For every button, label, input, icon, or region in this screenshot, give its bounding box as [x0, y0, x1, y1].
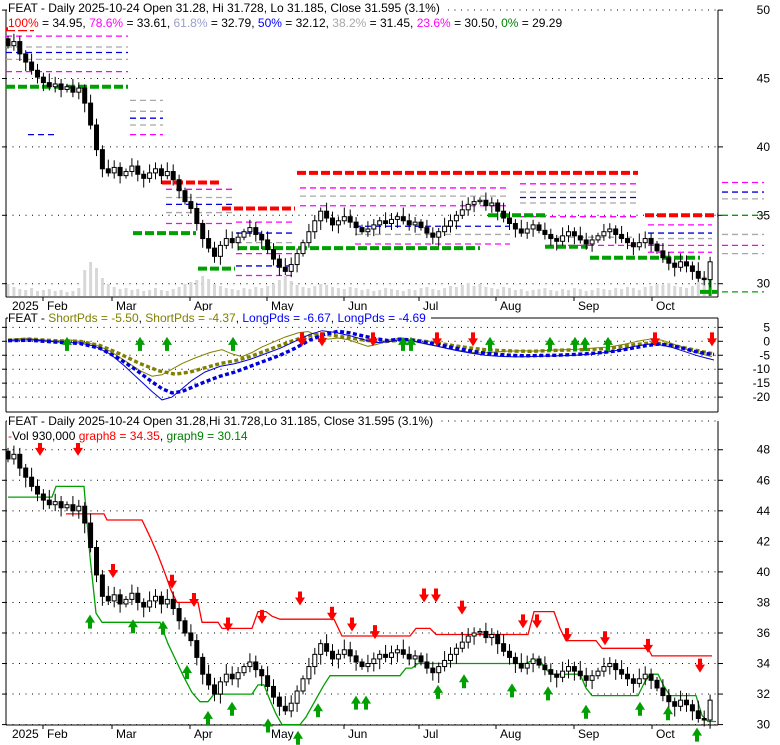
month-label: Feb: [47, 727, 68, 741]
y-axis-tick-label: 34: [757, 657, 771, 671]
oscillator-title-segment: LongPds = -4.69: [337, 311, 426, 325]
year-label: 2025: [12, 727, 39, 741]
y-axis-tick-label: 0: [763, 334, 770, 348]
y-axis-tick-label: 30: [757, 718, 771, 732]
month-label: Aug: [500, 727, 521, 741]
panel3-title: FEAT - Daily 2025-10-24 Open 31.28,Hi 31…: [8, 414, 439, 428]
fib-legend-segment: 23.6%: [416, 16, 451, 30]
y-axis-tick-label: -15: [753, 376, 771, 390]
month-label: Sep: [578, 727, 600, 741]
fib-legend-segment: = 32.79,: [207, 16, 258, 30]
charting-app-window: 50 45 40 35 30 5 0 -5 -10 -15 -20 48 46 44 42 40 38 36 34 3…: [0, 0, 780, 745]
panel3-title-text: FEAT - Daily 2025-10-24 Open 31.28,Hi 31…: [8, 414, 434, 428]
y-axis-tick-label: 45: [757, 72, 771, 86]
y-axis-tick-label: 36: [757, 626, 771, 640]
charts-canvas[interactable]: 504540353050-5-10-15-2048464442403836343…: [0, 0, 780, 745]
month-label: Sep: [578, 299, 600, 313]
panel1-title-text: FEAT - Daily 2025-10-24 Open 31.28, Hi 3…: [8, 1, 440, 15]
fib-legend-segment: = 30.50,: [450, 16, 502, 30]
fib-legend-segment: = 31.45,: [366, 16, 417, 30]
y-axis-tick-label: 46: [757, 473, 771, 487]
fib-legend-segment: = 34.95,: [38, 16, 90, 30]
fib-legend-segment: 50%: [257, 16, 282, 30]
volume-legend-segment: Vol 930,000: [12, 429, 79, 443]
panel3-vol-legend: -Vol 930,000 graph8 = 34.35, graph9 = 30…: [8, 429, 253, 443]
y-axis-tick-label: 44: [757, 504, 771, 518]
fib-legend-segment: = 32.12,: [281, 16, 333, 30]
y-axis-tick-label: 32: [757, 687, 771, 701]
oscillator-title-segment: FEAT -: [8, 311, 49, 325]
panel2-title: FEAT - ShortPds = -5.50, ShortPds = -4.3…: [8, 311, 431, 325]
y-axis-tick-label: 40: [757, 565, 771, 579]
panel1-title: FEAT - Daily 2025-10-24 Open 31.28, Hi 3…: [8, 1, 445, 15]
volume-legend-segment: graph9 = 30.14: [166, 429, 248, 443]
oscillator-title-segment: ShortPds = -5.50: [48, 311, 139, 325]
y-axis-tick-label: 38: [757, 595, 771, 609]
y-axis-tick-label: -20: [753, 390, 771, 404]
fib-legend-segment: 61.8%: [173, 16, 208, 30]
month-label: Mar: [116, 727, 137, 741]
y-axis-tick-label: 5: [763, 320, 770, 334]
y-axis-tick-label: -10: [753, 362, 771, 376]
volume-legend-segment: graph8 = 34.35: [78, 429, 160, 443]
month-label: Oct: [656, 727, 675, 741]
fib-legend-segment: 38.2%: [332, 16, 367, 30]
y-axis-tick-label: 30: [757, 277, 771, 291]
y-axis-tick-label: 42: [757, 534, 771, 548]
month-label: Apr: [194, 727, 213, 741]
fib-legend-segment: 78.6%: [89, 16, 124, 30]
y-axis-tick-label: 50: [757, 3, 771, 17]
price-stops-candles: [5, 445, 713, 729]
oscillator-title-segment: LongPds = -6.67: [242, 311, 331, 325]
oscillator-title-segment: ShortPds = -4.37: [145, 311, 236, 325]
fib-legend-segment: = 33.61,: [123, 16, 174, 30]
month-label: May: [271, 727, 294, 741]
y-axis-tick-label: -5: [759, 348, 770, 362]
oscillator-panel: [7, 329, 717, 401]
month-label: Jun: [348, 727, 367, 741]
y-axis-tick-label: 40: [757, 140, 771, 154]
fib-legend-segment: 100%: [8, 16, 39, 30]
fib-legend-segment: = 29.29: [518, 16, 563, 30]
panel1-fib-legend: 100% = 34.95, 78.6% = 33.61, 61.8% = 32.…: [8, 16, 568, 30]
month-label: Jul: [423, 727, 438, 741]
month-label: Aug: [500, 299, 521, 313]
y-axis-tick-label: 48: [757, 443, 771, 457]
month-label: Oct: [656, 299, 675, 313]
fib-legend-segment: 0%: [501, 16, 519, 30]
